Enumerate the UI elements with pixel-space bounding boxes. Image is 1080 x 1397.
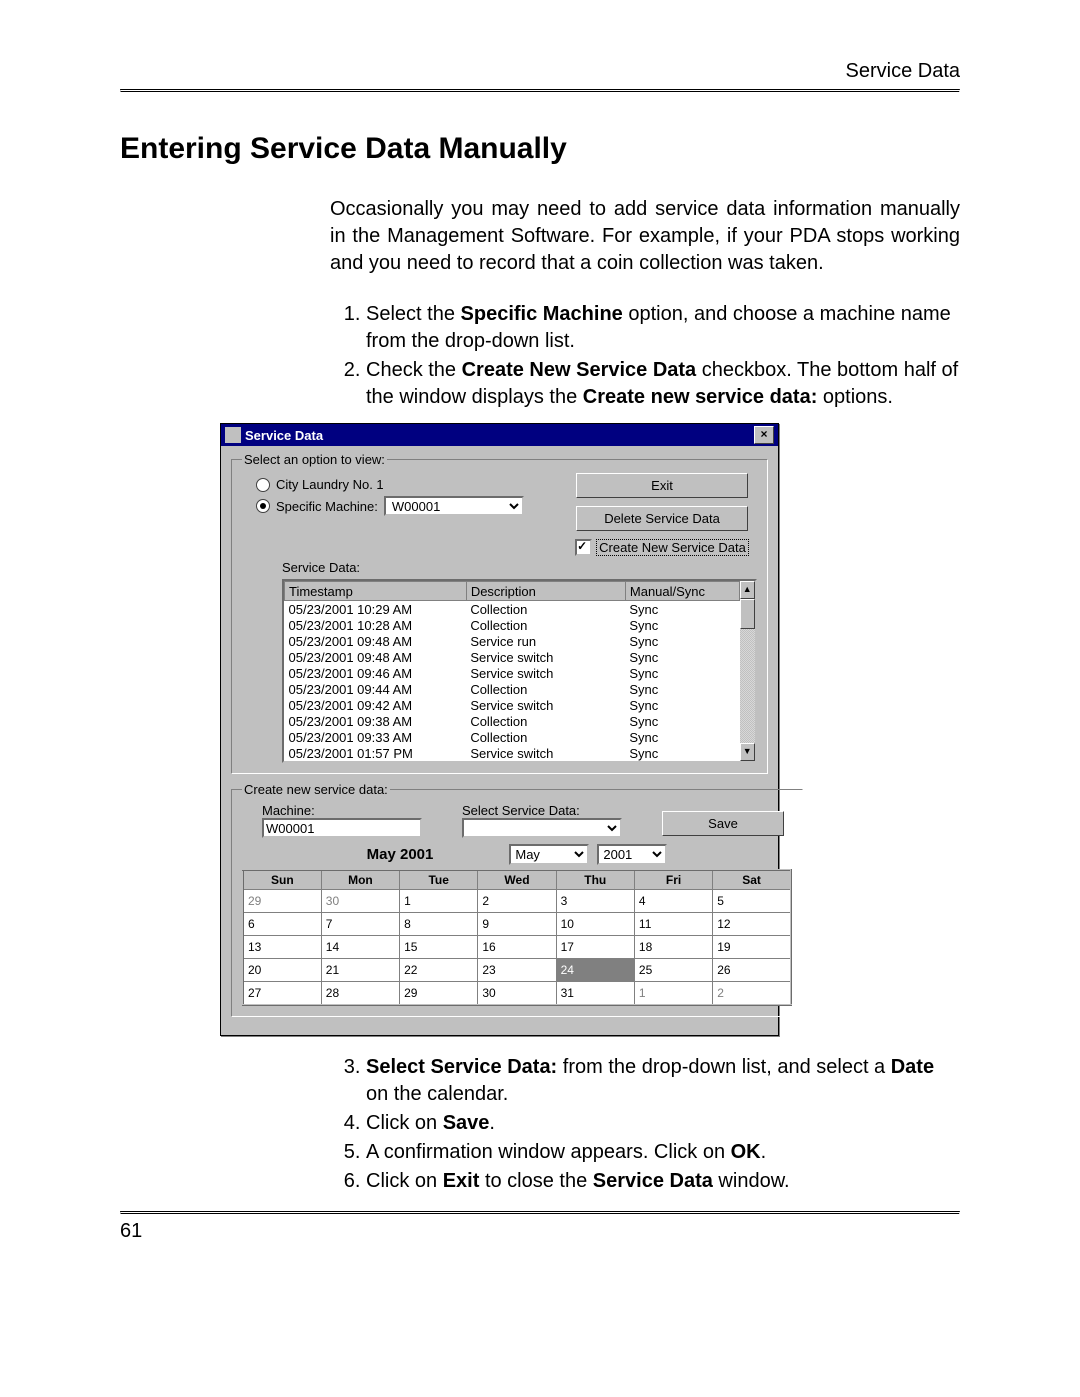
close-icon[interactable]: × xyxy=(754,426,774,444)
machine-field-label: Machine: xyxy=(262,803,432,818)
calendar-day[interactable]: 27 xyxy=(243,982,321,1006)
calendar-day[interactable]: 21 xyxy=(321,959,399,982)
service-data-dialog: Service Data × Select an option to view:… xyxy=(220,423,779,1036)
create-new-service-data-label: Create New Service Data xyxy=(596,539,749,556)
col-description[interactable]: Description xyxy=(466,582,625,601)
calendar-day[interactable]: 11 xyxy=(634,913,712,936)
calendar-day[interactable]: 6 xyxy=(243,913,321,936)
step-2: Check the Create New Service Data checkb… xyxy=(366,357,960,411)
calendar[interactable]: Sun Mon Tue Wed Thu Fri Sat 293012345678… xyxy=(242,869,792,1006)
table-row[interactable]: 05/23/2001 10:28 AMCollectionSync xyxy=(285,617,740,633)
step-1: Select the Specific Machine option, and … xyxy=(366,301,960,355)
save-button[interactable]: Save xyxy=(662,811,784,836)
table-row[interactable]: 05/23/2001 09:48 AMService runSync xyxy=(285,633,740,649)
create-new-service-data-group: Create new service data: Machine: Select… xyxy=(231,782,803,1017)
service-data-table: Timestamp Description Manual/Sync 05/23/… xyxy=(282,579,757,763)
calendar-day[interactable]: 10 xyxy=(556,913,634,936)
calendar-day[interactable]: 14 xyxy=(321,936,399,959)
select-service-data-label: Select Service Data: xyxy=(462,803,632,818)
calendar-day[interactable]: 19 xyxy=(713,936,791,959)
service-data-label: Service Data: xyxy=(282,560,757,575)
calendar-day[interactable]: 15 xyxy=(400,936,478,959)
table-row[interactable]: 05/23/2001 09:48 AMService switchSync xyxy=(285,649,740,665)
app-icon xyxy=(225,427,241,443)
table-row[interactable]: 05/23/2001 09:46 AMService switchSync xyxy=(285,665,740,681)
calendar-day[interactable]: 26 xyxy=(713,959,791,982)
col-timestamp[interactable]: Timestamp xyxy=(285,582,467,601)
calendar-day[interactable]: 25 xyxy=(634,959,712,982)
calendar-day[interactable]: 1 xyxy=(400,890,478,913)
calendar-day[interactable]: 2 xyxy=(478,890,556,913)
calendar-day[interactable]: 12 xyxy=(713,913,791,936)
select-service-data-dropdown[interactable] xyxy=(462,818,622,838)
calendar-day[interactable]: 18 xyxy=(634,936,712,959)
scroll-thumb[interactable] xyxy=(740,599,755,629)
calendar-day[interactable]: 16 xyxy=(478,936,556,959)
calendar-day[interactable]: 5 xyxy=(713,890,791,913)
bottom-rule xyxy=(120,1211,960,1214)
table-scrollbar[interactable]: ▲ ▼ xyxy=(740,581,755,761)
radio-specific-machine-label: Specific Machine: xyxy=(276,499,378,514)
calendar-day[interactable]: 31 xyxy=(556,982,634,1006)
table-row[interactable]: 05/23/2001 09:38 AMCollectionSync xyxy=(285,713,740,729)
calendar-day[interactable]: 22 xyxy=(400,959,478,982)
calendar-day[interactable]: 2 xyxy=(713,982,791,1006)
intro-paragraph: Occasionally you may need to add service… xyxy=(330,196,960,277)
calendar-day[interactable]: 20 xyxy=(243,959,321,982)
step-6: Click on Exit to close the Service Data … xyxy=(366,1168,960,1195)
create-new-service-data-legend: Create new service data: xyxy=(242,782,390,797)
calendar-day[interactable]: 29 xyxy=(400,982,478,1006)
calendar-day[interactable]: 7 xyxy=(321,913,399,936)
dialog-title: Service Data xyxy=(245,428,323,443)
calendar-title: May 2001 xyxy=(367,846,434,863)
calendar-day[interactable]: 13 xyxy=(243,936,321,959)
calendar-year-select[interactable]: 2001 xyxy=(597,844,667,865)
table-row[interactable]: 05/23/2001 10:29 AMCollectionSync xyxy=(285,601,740,618)
calendar-day[interactable]: 23 xyxy=(478,959,556,982)
steps-bottom: Select Service Data: from the drop-down … xyxy=(330,1054,960,1195)
radio-specific-machine[interactable] xyxy=(256,499,270,513)
page-number: 61 xyxy=(120,1220,960,1243)
create-new-service-data-checkbox[interactable] xyxy=(575,539,592,556)
top-rule xyxy=(120,89,960,92)
scroll-down-icon[interactable]: ▼ xyxy=(740,743,755,761)
steps-top: Select the Specific Machine option, and … xyxy=(330,301,960,411)
exit-button[interactable]: Exit xyxy=(576,473,748,498)
calendar-day[interactable]: 24 xyxy=(556,959,634,982)
radio-city-laundry-label: City Laundry No. 1 xyxy=(276,477,384,492)
calendar-month-select[interactable]: May xyxy=(509,844,589,865)
calendar-day[interactable]: 28 xyxy=(321,982,399,1006)
calendar-day[interactable]: 4 xyxy=(634,890,712,913)
calendar-day[interactable]: 17 xyxy=(556,936,634,959)
machine-field[interactable] xyxy=(262,818,422,838)
calendar-day[interactable]: 8 xyxy=(400,913,478,936)
calendar-day[interactable]: 1 xyxy=(634,982,712,1006)
step-4: Click on Save. xyxy=(366,1110,960,1137)
page-title: Entering Service Data Manually xyxy=(120,132,960,166)
step-5: A confirmation window appears. Click on … xyxy=(366,1139,960,1166)
calendar-day[interactable]: 3 xyxy=(556,890,634,913)
view-option-group: Select an option to view: City Laundry N… xyxy=(231,452,768,774)
calendar-day[interactable]: 29 xyxy=(243,890,321,913)
table-row[interactable]: 05/23/2001 09:44 AMCollectionSync xyxy=(285,681,740,697)
running-header: Service Data xyxy=(120,60,960,83)
machine-select[interactable]: W00001 xyxy=(384,496,524,516)
calendar-day[interactable]: 30 xyxy=(321,890,399,913)
step-3: Select Service Data: from the drop-down … xyxy=(366,1054,960,1108)
dialog-titlebar[interactable]: Service Data × xyxy=(221,424,778,446)
table-row[interactable]: 05/23/2001 09:42 AMService switchSync xyxy=(285,697,740,713)
calendar-day[interactable]: 9 xyxy=(478,913,556,936)
view-option-legend: Select an option to view: xyxy=(242,452,387,467)
col-manual-sync[interactable]: Manual/Sync xyxy=(625,582,739,601)
table-row[interactable]: 05/23/2001 09:33 AMCollectionSync xyxy=(285,729,740,745)
scroll-up-icon[interactable]: ▲ xyxy=(740,581,755,599)
table-row[interactable]: 05/23/2001 01:57 PMService switchSync xyxy=(285,745,740,761)
calendar-day[interactable]: 30 xyxy=(478,982,556,1006)
delete-service-data-button[interactable]: Delete Service Data xyxy=(576,506,748,531)
radio-city-laundry[interactable] xyxy=(256,478,270,492)
